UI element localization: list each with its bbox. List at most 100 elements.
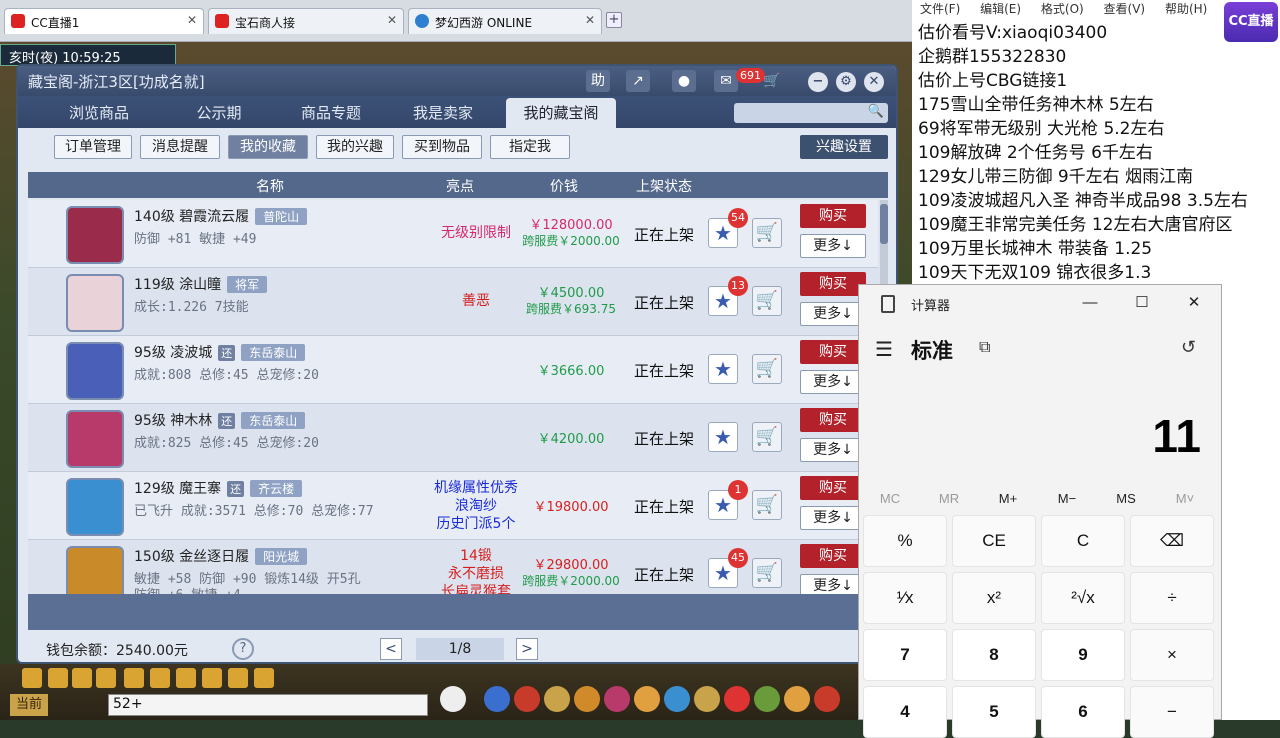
close-tab-icon[interactable]: ✕ (187, 13, 197, 27)
item-name[interactable]: 140级 碧霞流云履 (134, 209, 249, 225)
calc-key[interactable]: x² (952, 572, 1036, 624)
scrollbar-thumb[interactable] (880, 204, 888, 244)
buy-button[interactable]: 购买 (800, 544, 866, 568)
favorite-star-icon[interactable]: ★ (708, 354, 738, 384)
left-arrow-icon[interactable] (22, 668, 42, 688)
more-button[interactable]: 更多↓ (800, 302, 866, 326)
subtab-favorites[interactable]: 我的收藏 (228, 135, 308, 159)
search-input[interactable]: 🔍 (734, 103, 888, 123)
down-arrow-icon[interactable] (72, 668, 92, 688)
lock-icon[interactable] (176, 668, 196, 688)
menu-format[interactable]: 格式(O) (1041, 2, 1084, 16)
menu-edit[interactable]: 编辑(E) (980, 2, 1021, 16)
buy-button[interactable]: 购买 (800, 476, 866, 500)
calc-key[interactable]: × (1130, 629, 1214, 681)
calc-key[interactable]: ¹⁄x (863, 572, 947, 624)
memory-button[interactable]: M− (1042, 491, 1092, 506)
settings-gear-icon[interactable]: ⚙ (836, 72, 856, 92)
brush-icon[interactable] (202, 668, 222, 688)
shop-icon[interactable] (724, 686, 750, 712)
chat-icon[interactable] (228, 668, 248, 688)
friend-icon[interactable] (604, 686, 630, 712)
item-icon[interactable] (514, 686, 540, 712)
table-row[interactable]: 129级 魔王寨还齐云楼 已飞升 成就:3571 总修:70 总宠修:77 机缘属性… (28, 472, 878, 540)
more-button[interactable]: 更多↓ (800, 234, 866, 258)
interest-settings-button[interactable]: 兴趣设置 (800, 135, 888, 159)
minimize-icon[interactable]: — (1075, 291, 1105, 315)
team-icon[interactable] (544, 686, 570, 712)
calc-key[interactable]: CE (952, 515, 1036, 567)
more-button[interactable]: 更多↓ (800, 574, 866, 594)
calc-key[interactable]: − (1130, 686, 1214, 738)
menu-help[interactable]: 帮助(H) (1165, 2, 1207, 16)
calc-key[interactable]: ÷ (1130, 572, 1214, 624)
table-row[interactable]: 140级 碧霞流云履 普陀山 防御 +81 敏捷 +49 无级别限制 ￥128000.0… (28, 200, 878, 268)
close-icon[interactable]: ✕ (864, 72, 884, 92)
activity-icon[interactable] (784, 686, 810, 712)
cart-icon[interactable]: 🛒 (752, 558, 782, 588)
calc-key[interactable]: 6 (1041, 686, 1125, 738)
prev-page-button[interactable]: < (380, 638, 402, 660)
table-row[interactable]: 119级 涂山瞳 将军 成长:1.226 7技能 善恶 ￥4500.00 跨服费￥693.… (28, 268, 878, 336)
minimize-icon[interactable]: − (808, 72, 828, 92)
record-icon[interactable]: ● (672, 70, 696, 92)
memory-button[interactable]: M˅ (1160, 491, 1210, 506)
gift-icon[interactable] (634, 686, 660, 712)
close-icon[interactable]: ✕ (1179, 291, 1209, 315)
calc-key[interactable]: 4 (863, 686, 947, 738)
pet-icon[interactable] (440, 686, 466, 712)
cart-icon[interactable]: 🛒 (752, 286, 782, 316)
mail-icon[interactable] (664, 686, 690, 712)
item-avatar[interactable] (66, 546, 124, 594)
chat-channel-button[interactable]: 当前 (10, 694, 48, 716)
menu-file[interactable]: 文件(F) (920, 2, 960, 16)
subtab-bought[interactable]: 买到物品 (402, 135, 482, 159)
plus-icon[interactable] (96, 668, 116, 688)
table-row[interactable]: 95级 神木林还东岳泰山 成就:825 总修:45 总宠修:20 ￥4200.00 正… (28, 404, 878, 472)
menu-view[interactable]: 查看(V) (1104, 2, 1146, 16)
tab-topics[interactable]: 商品专题 (276, 98, 386, 128)
system-icon[interactable] (814, 686, 840, 712)
search-icon[interactable] (124, 668, 144, 688)
close-tab-icon[interactable]: ✕ (387, 13, 397, 27)
up-arrow-icon[interactable] (48, 668, 68, 688)
calc-key[interactable]: 5 (952, 686, 1036, 738)
cart-icon[interactable]: 🛒 (752, 490, 782, 520)
cart-icon[interactable]: 🛒 (760, 70, 784, 92)
map-icon[interactable] (754, 686, 780, 712)
memory-button[interactable]: MC (865, 491, 915, 506)
table-row[interactable]: 150级 金丝逐日履阳光城敏捷 +58 防御 +90 锻炼14级 开5孔 防御 … (28, 540, 878, 594)
task-icon[interactable] (694, 686, 720, 712)
item-avatar[interactable] (66, 410, 124, 468)
tab-seller[interactable]: 我是卖家 (388, 98, 498, 128)
calc-key[interactable]: ²√x (1041, 572, 1125, 624)
item-avatar[interactable] (66, 342, 124, 400)
calc-key[interactable]: 9 (1041, 629, 1125, 681)
close-tab-icon[interactable]: ✕ (585, 13, 595, 27)
tab-browse[interactable]: 浏览商品 (44, 98, 154, 128)
tab-public[interactable]: 公示期 (164, 98, 274, 128)
item-name[interactable]: 150级 金丝逐日履 (134, 549, 249, 565)
browser-tab-cc[interactable]: CC直播1 ✕ (4, 8, 204, 34)
guild-icon[interactable] (574, 686, 600, 712)
share-icon[interactable]: ↗ (626, 70, 650, 92)
item-avatar[interactable] (66, 274, 124, 332)
subtab-orders[interactable]: 订单管理 (54, 135, 132, 159)
subtab-notices[interactable]: 消息提醒 (140, 135, 220, 159)
memory-button[interactable]: MR (924, 491, 974, 506)
cart-icon[interactable]: 🛒 (752, 422, 782, 452)
browser-tab-game[interactable]: 梦幻西游 ONLINE ✕ (408, 8, 602, 34)
message-icon[interactable]: ✉ (714, 70, 738, 92)
item-name[interactable]: 119级 涂山瞳 (134, 277, 221, 293)
skill-icon[interactable] (484, 686, 510, 712)
chat-input[interactable]: 52+ (108, 694, 428, 716)
buy-button[interactable]: 购买 (800, 340, 866, 364)
keep-on-top-icon[interactable]: ⧉ (979, 339, 990, 357)
item-name[interactable]: 95级 凌波城 (134, 345, 212, 361)
item-name[interactable]: 129级 魔王寨 (134, 481, 221, 497)
more-button[interactable]: 更多↓ (800, 438, 866, 462)
memory-button[interactable]: MS (1101, 491, 1151, 506)
buy-button[interactable]: 购买 (800, 408, 866, 432)
item-avatar[interactable] (66, 206, 124, 264)
cart-icon[interactable]: 🛒 (752, 354, 782, 384)
